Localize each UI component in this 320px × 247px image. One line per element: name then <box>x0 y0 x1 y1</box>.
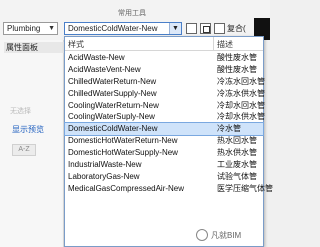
pipe-style-value: DomesticColdWater-New <box>68 24 158 33</box>
ribbon-title: 常用工具 <box>118 10 146 17</box>
option-style-name: AcidWasteVent-New <box>68 64 141 74</box>
option-description: 冷水管 <box>217 124 241 134</box>
dropdown-option[interactable]: ChilledWaterReturn-New 冷冻水回水管 <box>65 76 265 88</box>
dropdown-rows: AcidWaste-New 酸性废水管 AcidWasteVent-New 酸性废水管… <box>64 52 273 195</box>
option-style-name: ChilledWaterSupply-New <box>68 88 157 98</box>
chevron-down-icon[interactable]: ▼ <box>169 23 181 34</box>
option-description: 冷却水供水管 <box>217 112 265 122</box>
sort-az-button[interactable]: A-Z <box>12 144 36 156</box>
copy-icon[interactable] <box>200 23 211 34</box>
option-description: 酸性废水管 <box>217 64 257 74</box>
dropdown-option[interactable]: LaboratoryGas-New 试验气体管 <box>65 171 263 183</box>
option-style-name: CoolingWaterSuply-New <box>68 112 155 122</box>
option-style-name: LaboratoryGas-New <box>68 171 140 181</box>
dropdown-option[interactable]: DomesticColdWater-New 冷水管 <box>64 122 264 137</box>
combine-checkbox[interactable] <box>214 23 225 34</box>
option-description: 热水回水管 <box>217 136 257 146</box>
watermark-text: 凡就BIM <box>211 230 242 240</box>
doc-icon[interactable] <box>186 23 197 34</box>
option-description: 冷冻水供水管 <box>217 88 265 98</box>
option-description: 冷却水回水管 <box>217 100 265 110</box>
dropdown-option[interactable]: DomesticHotWaterSupply-New 热水供水管 <box>65 147 263 159</box>
combine-checkbox-group[interactable]: 复合( <box>214 23 246 34</box>
option-style-name: CoolingWaterReturn-New <box>68 100 159 110</box>
column-divider <box>213 37 214 50</box>
dropdown-option[interactable]: AcidWasteVent-New 酸性废水管 <box>65 64 263 76</box>
column-description-header: 描述 <box>217 40 233 49</box>
column-style-header: 样式 <box>68 40 84 49</box>
dropdown-option[interactable]: ChilledWaterSupply-New 冷冻水供水管 <box>65 88 265 100</box>
option-description: 冷冻水回水管 <box>217 76 265 86</box>
option-description: 试验气体管 <box>217 171 257 181</box>
option-description: 工业废水管 <box>217 160 257 170</box>
option-description: 酸性废水管 <box>217 53 257 62</box>
option-style-name: AcidWaste-New <box>68 53 125 62</box>
panel-placeholder-text: 无选择 <box>10 108 31 115</box>
dropdown-column-header: 样式 描述 <box>65 37 263 51</box>
option-style-name: MedicalGasCompressedAir-New <box>68 183 185 193</box>
dropdown-option[interactable]: AcidWaste-New 酸性废水管 <box>65 52 263 64</box>
dropdown-option[interactable]: CoolingWaterReturn-New 冷却水回水管 <box>65 100 265 112</box>
show-preview-link[interactable]: 显示预览 <box>12 124 44 135</box>
properties-panel-header: 属性面板 <box>4 42 64 53</box>
dropdown-option[interactable]: DomesticHotWaterReturn-New 热水回水管 <box>65 135 263 147</box>
option-style-name: DomesticColdWater-New <box>68 124 158 134</box>
dropdown-option[interactable]: CoolingWaterSuply-New 冷却水供水管 <box>65 111 265 123</box>
pipe-style-dropdown-list[interactable]: 样式 描述 AcidWaste-New 酸性废水管 AcidWasteVent-Ne… <box>64 36 273 247</box>
pipe-style-select[interactable]: DomesticColdWater-New ▼ <box>64 22 182 35</box>
combine-label: 复合( <box>227 24 246 33</box>
system-select-value: Plumbing <box>7 24 41 33</box>
option-description: 热水供水管 <box>217 148 257 158</box>
system-select[interactable]: Plumbing ▼ <box>3 22 58 35</box>
wechat-icon <box>196 229 208 241</box>
chevron-down-icon: ▼ <box>48 25 55 32</box>
dropdown-option[interactable]: MedicalGasCompressedAir-New 医学压缩气体管 <box>65 183 273 195</box>
option-style-name: ChilledWaterReturn-New <box>68 76 157 86</box>
option-style-name: DomesticHotWaterSupply-New <box>68 148 178 158</box>
watermark: 凡就BIM <box>196 229 241 241</box>
option-style-name: IndustrialWaste-New <box>68 160 142 170</box>
dropdown-option[interactable]: IndustrialWaste-New 工业废水管 <box>65 159 263 171</box>
option-description: 医学压缩气体管 <box>217 183 273 193</box>
option-style-name: DomesticHotWaterReturn-New <box>68 136 178 146</box>
